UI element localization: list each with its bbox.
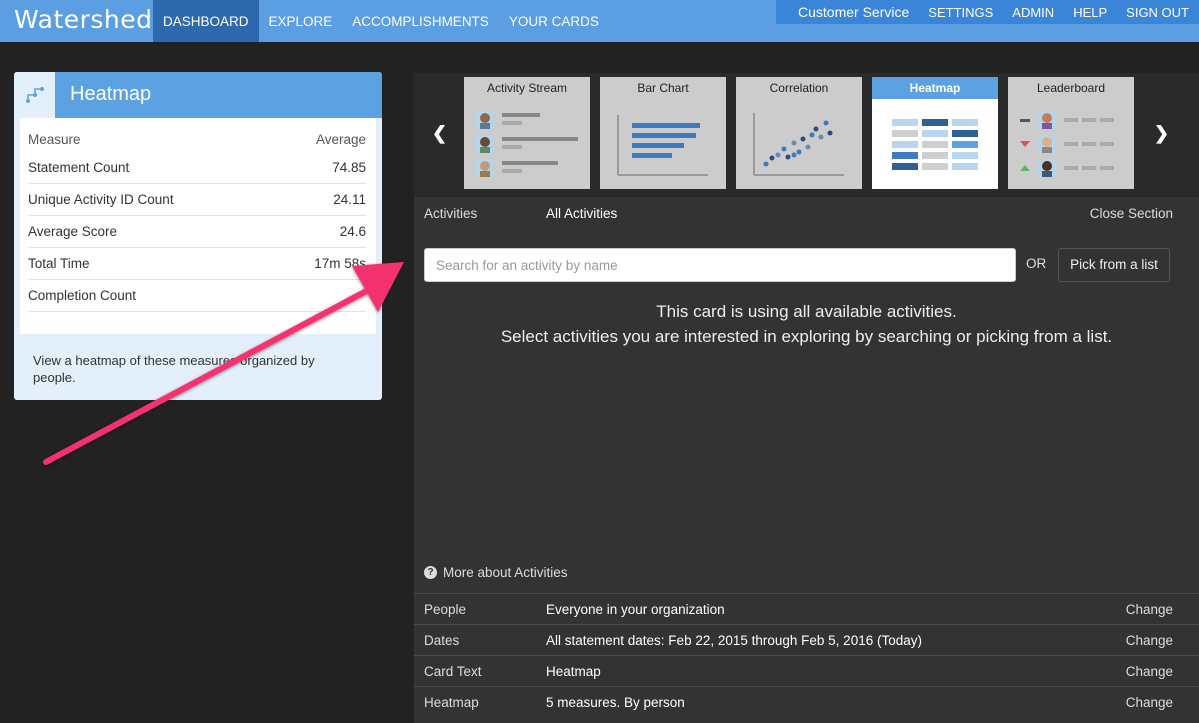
activity-stream-thumbnail-icon [476, 111, 578, 177]
measure-value: 24.11 [333, 192, 366, 207]
measure-label: Completion Count [28, 288, 137, 303]
activity-search-input[interactable] [424, 248, 1016, 282]
utility-nav: Customer Service SETTINGS ADMIN HELP SIG… [776, 0, 1199, 24]
measure-row: Unique Activity ID Count 24.11 [28, 184, 366, 216]
main-nav: DASHBOARD EXPLORE ACCOMPLISHMENTS YOUR C… [153, 0, 609, 42]
settings-row-value: Heatmap [546, 664, 601, 679]
measures-table-header: Measure Average [28, 126, 366, 152]
measure-value: 17m 58s [314, 256, 366, 271]
nav-accomplishments[interactable]: ACCOMPLISHMENTS [342, 0, 499, 42]
measure-label: Statement Count [28, 160, 130, 175]
admin-link[interactable]: ADMIN [1012, 5, 1054, 20]
settings-row-key: Card Text [424, 664, 482, 679]
change-heatmap-button[interactable]: Change [1126, 695, 1173, 710]
measure-value: 24.6 [339, 224, 366, 239]
card-type-heatmap[interactable]: Heatmap [872, 77, 998, 189]
average-column-header: Average [315, 131, 366, 147]
heatmap-card-icon [25, 87, 44, 103]
card-type-correlation[interactable]: Correlation [736, 77, 862, 189]
pick-from-list-button[interactable]: Pick from a list [1058, 248, 1170, 282]
settings-row-people: People Everyone in your organization Cha… [414, 593, 1199, 624]
settings-row-heatmap: Heatmap 5 measures. By person Change [414, 686, 1199, 717]
card-type-activity-stream[interactable]: Activity Stream [464, 77, 590, 189]
change-dates-button[interactable]: Change [1126, 633, 1173, 648]
settings-row-key: Dates [424, 633, 460, 648]
settings-row-key: People [424, 602, 467, 617]
card-description: View a heatmap of these measures organiz… [33, 353, 315, 385]
nav-explore[interactable]: EXPLORE [259, 0, 343, 42]
bar-chart-thumbnail-icon [617, 115, 708, 176]
measure-value: 74.85 [332, 160, 366, 175]
carousel-next-icon[interactable]: ❯ [1154, 123, 1169, 144]
measure-row: Statement Count 74.85 [28, 152, 366, 184]
measure-row: Average Score 24.6 [28, 216, 366, 248]
settings-row-card-text: Card Text Heatmap Change [414, 655, 1199, 686]
measure-column-header: Measure [28, 131, 81, 147]
card-type-leaderboard[interactable]: Leaderboard [1008, 77, 1134, 189]
change-people-button[interactable]: Change [1126, 602, 1173, 617]
nav-dashboard[interactable]: DASHBOARD [153, 0, 259, 42]
watershed-logo[interactable]: Watershed [14, 5, 153, 34]
change-card-text-button[interactable]: Change [1126, 664, 1173, 679]
nav-your-cards[interactable]: YOUR CARDS [499, 0, 609, 42]
card-type-carousel: ❮ Activity Stream Bar Chart Correlation … [414, 73, 1199, 197]
measure-label: Average Score [28, 224, 118, 239]
or-separator: OR [1026, 256, 1047, 271]
heatmap-thumbnail-icon [892, 119, 978, 170]
heatmap-card-preview: Heatmap Measure Average Statement Count … [14, 72, 382, 400]
question-circle-icon: ? [424, 566, 437, 579]
customer-service-link[interactable]: Customer Service [798, 4, 909, 20]
help-link[interactable]: HELP [1073, 5, 1107, 20]
settings-link[interactable]: SETTINGS [928, 5, 993, 20]
top-navigation-bar: Watershed DASHBOARD EXPLORE ACCOMPLISHME… [0, 0, 1199, 42]
correlation-thumbnail-icon [753, 113, 844, 176]
card-type-bar-chart[interactable]: Bar Chart [600, 77, 726, 189]
settings-row-value: Everyone in your organization [546, 602, 725, 617]
card-type-icon [14, 72, 55, 118]
card-title: Heatmap [70, 83, 152, 105]
carousel-prev-icon[interactable]: ❮ [432, 123, 447, 144]
activities-value: All Activities [546, 206, 618, 221]
settings-row-value: 5 measures. By person [546, 695, 685, 710]
card-header: Heatmap [14, 72, 382, 118]
more-about-activities-label: More about Activities [443, 565, 568, 580]
close-section-link[interactable]: Close Section [1090, 206, 1173, 221]
sign-out-link[interactable]: SIGN OUT [1126, 5, 1189, 20]
measure-label: Unique Activity ID Count [28, 192, 174, 207]
card-editor-panel: ❮ Activity Stream Bar Chart Correlation … [414, 73, 1199, 723]
activities-message: This card is using all available activit… [414, 299, 1199, 349]
settings-row-value: All statement dates: Feb 22, 2015 throug… [546, 633, 922, 648]
activities-message-line-1: This card is using all available activit… [656, 302, 957, 321]
measure-label: Total Time [28, 256, 90, 271]
settings-row-dates: Dates All statement dates: Feb 22, 2015 … [414, 624, 1199, 655]
measure-row: Total Time 17m 58s [28, 248, 366, 280]
measure-row: Completion Count [28, 280, 366, 312]
leaderboard-thumbnail-icon [1020, 111, 1114, 177]
settings-row-key: Heatmap [424, 695, 479, 710]
measures-table: Measure Average Statement Count 74.85 Un… [20, 118, 376, 334]
activities-label: Activities [424, 206, 478, 221]
activities-message-line-2: Select activities you are interested in … [500, 327, 1113, 346]
more-about-activities-link[interactable]: ? More about Activities [424, 565, 568, 580]
